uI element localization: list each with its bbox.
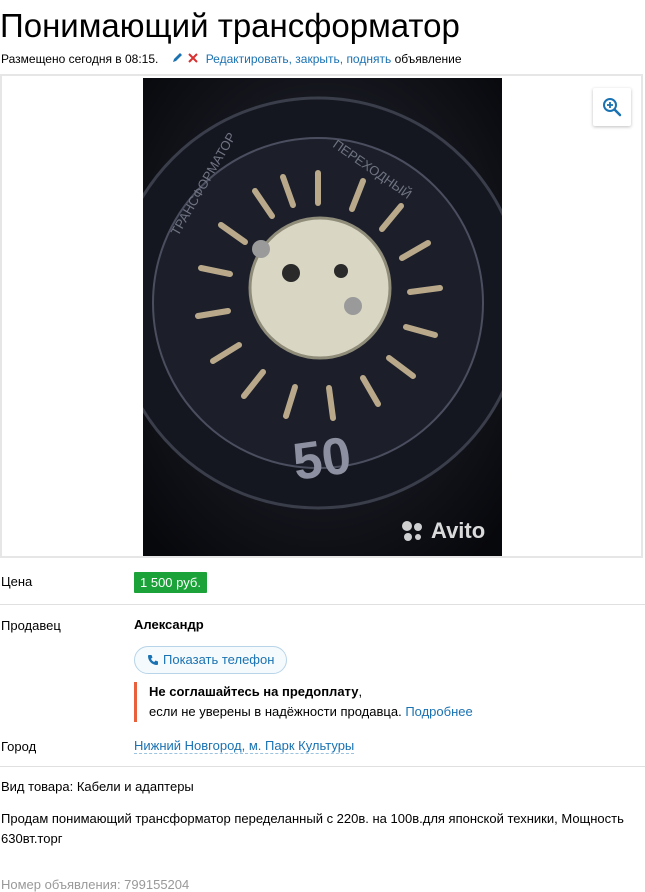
- listing-meta: Размещено сегодня в 08:15. Редактировать…: [1, 51, 462, 67]
- prepayment-warning: Не соглашайтесь на предоплату, если не у…: [134, 682, 473, 722]
- zoom-in-icon: [603, 98, 622, 117]
- avito-dots-icon: [402, 521, 422, 541]
- avito-logo: Avito: [399, 518, 485, 544]
- seller-name[interactable]: Александр: [134, 617, 204, 632]
- edit-link[interactable]: Редактировать: [206, 52, 289, 66]
- city-value[interactable]: Нижний Новгород, м. Парк Культуры: [134, 738, 355, 754]
- more-info-link[interactable]: Подробнее: [405, 704, 472, 719]
- price-badge: 1 500 руб.: [134, 572, 207, 593]
- price-label: Цена: [1, 574, 33, 589]
- photo-gallery: 50 ПЕРЕХОДНЫЙ ТРАНСФОРМАТОР Avito: [0, 74, 643, 558]
- city-link[interactable]: Нижний Новгород, м. Парк Культуры: [134, 738, 355, 754]
- warning-text: если не уверены в надёжности продавца.: [149, 704, 406, 719]
- raise-link[interactable]: поднять: [346, 52, 391, 66]
- watermark-text: Avito: [431, 518, 486, 543]
- ad-number: Номер объявления: 799155204: [1, 877, 190, 892]
- show-phone-label: Показать телефон: [163, 652, 275, 667]
- delete-icon[interactable]: [187, 51, 200, 67]
- phone-icon: [148, 655, 158, 665]
- posted-date: Размещено сегодня в 08:15.: [1, 52, 159, 66]
- transformer-photo: 50 ПЕРЕХОДНЫЙ ТРАНСФОРМАТОР: [143, 78, 502, 556]
- warning-comma: ,: [358, 684, 363, 699]
- page-title: Понимающий трансформатор: [0, 7, 460, 44]
- listing-photo[interactable]: 50 ПЕРЕХОДНЫЙ ТРАНСФОРМАТОР Avito: [143, 78, 502, 556]
- actions-suffix: объявление: [391, 52, 462, 66]
- pencil-icon[interactable]: [172, 51, 184, 67]
- zoom-in-button[interactable]: [593, 88, 631, 126]
- divider: [0, 766, 645, 767]
- seller-label: Продавец: [1, 618, 61, 633]
- warning-title: Не соглашайтесь на предоплату: [149, 684, 359, 699]
- close-link[interactable]: закрыть: [295, 52, 339, 66]
- show-phone-button[interactable]: Показать телефон: [134, 646, 288, 674]
- svg-text:50: 50: [289, 426, 354, 491]
- item-description: Продам понимающий трансформатор передела…: [1, 811, 624, 846]
- item-type: Вид товара: Кабели и адаптеры: [1, 779, 194, 794]
- divider: [0, 604, 645, 605]
- city-label: Город: [1, 739, 37, 754]
